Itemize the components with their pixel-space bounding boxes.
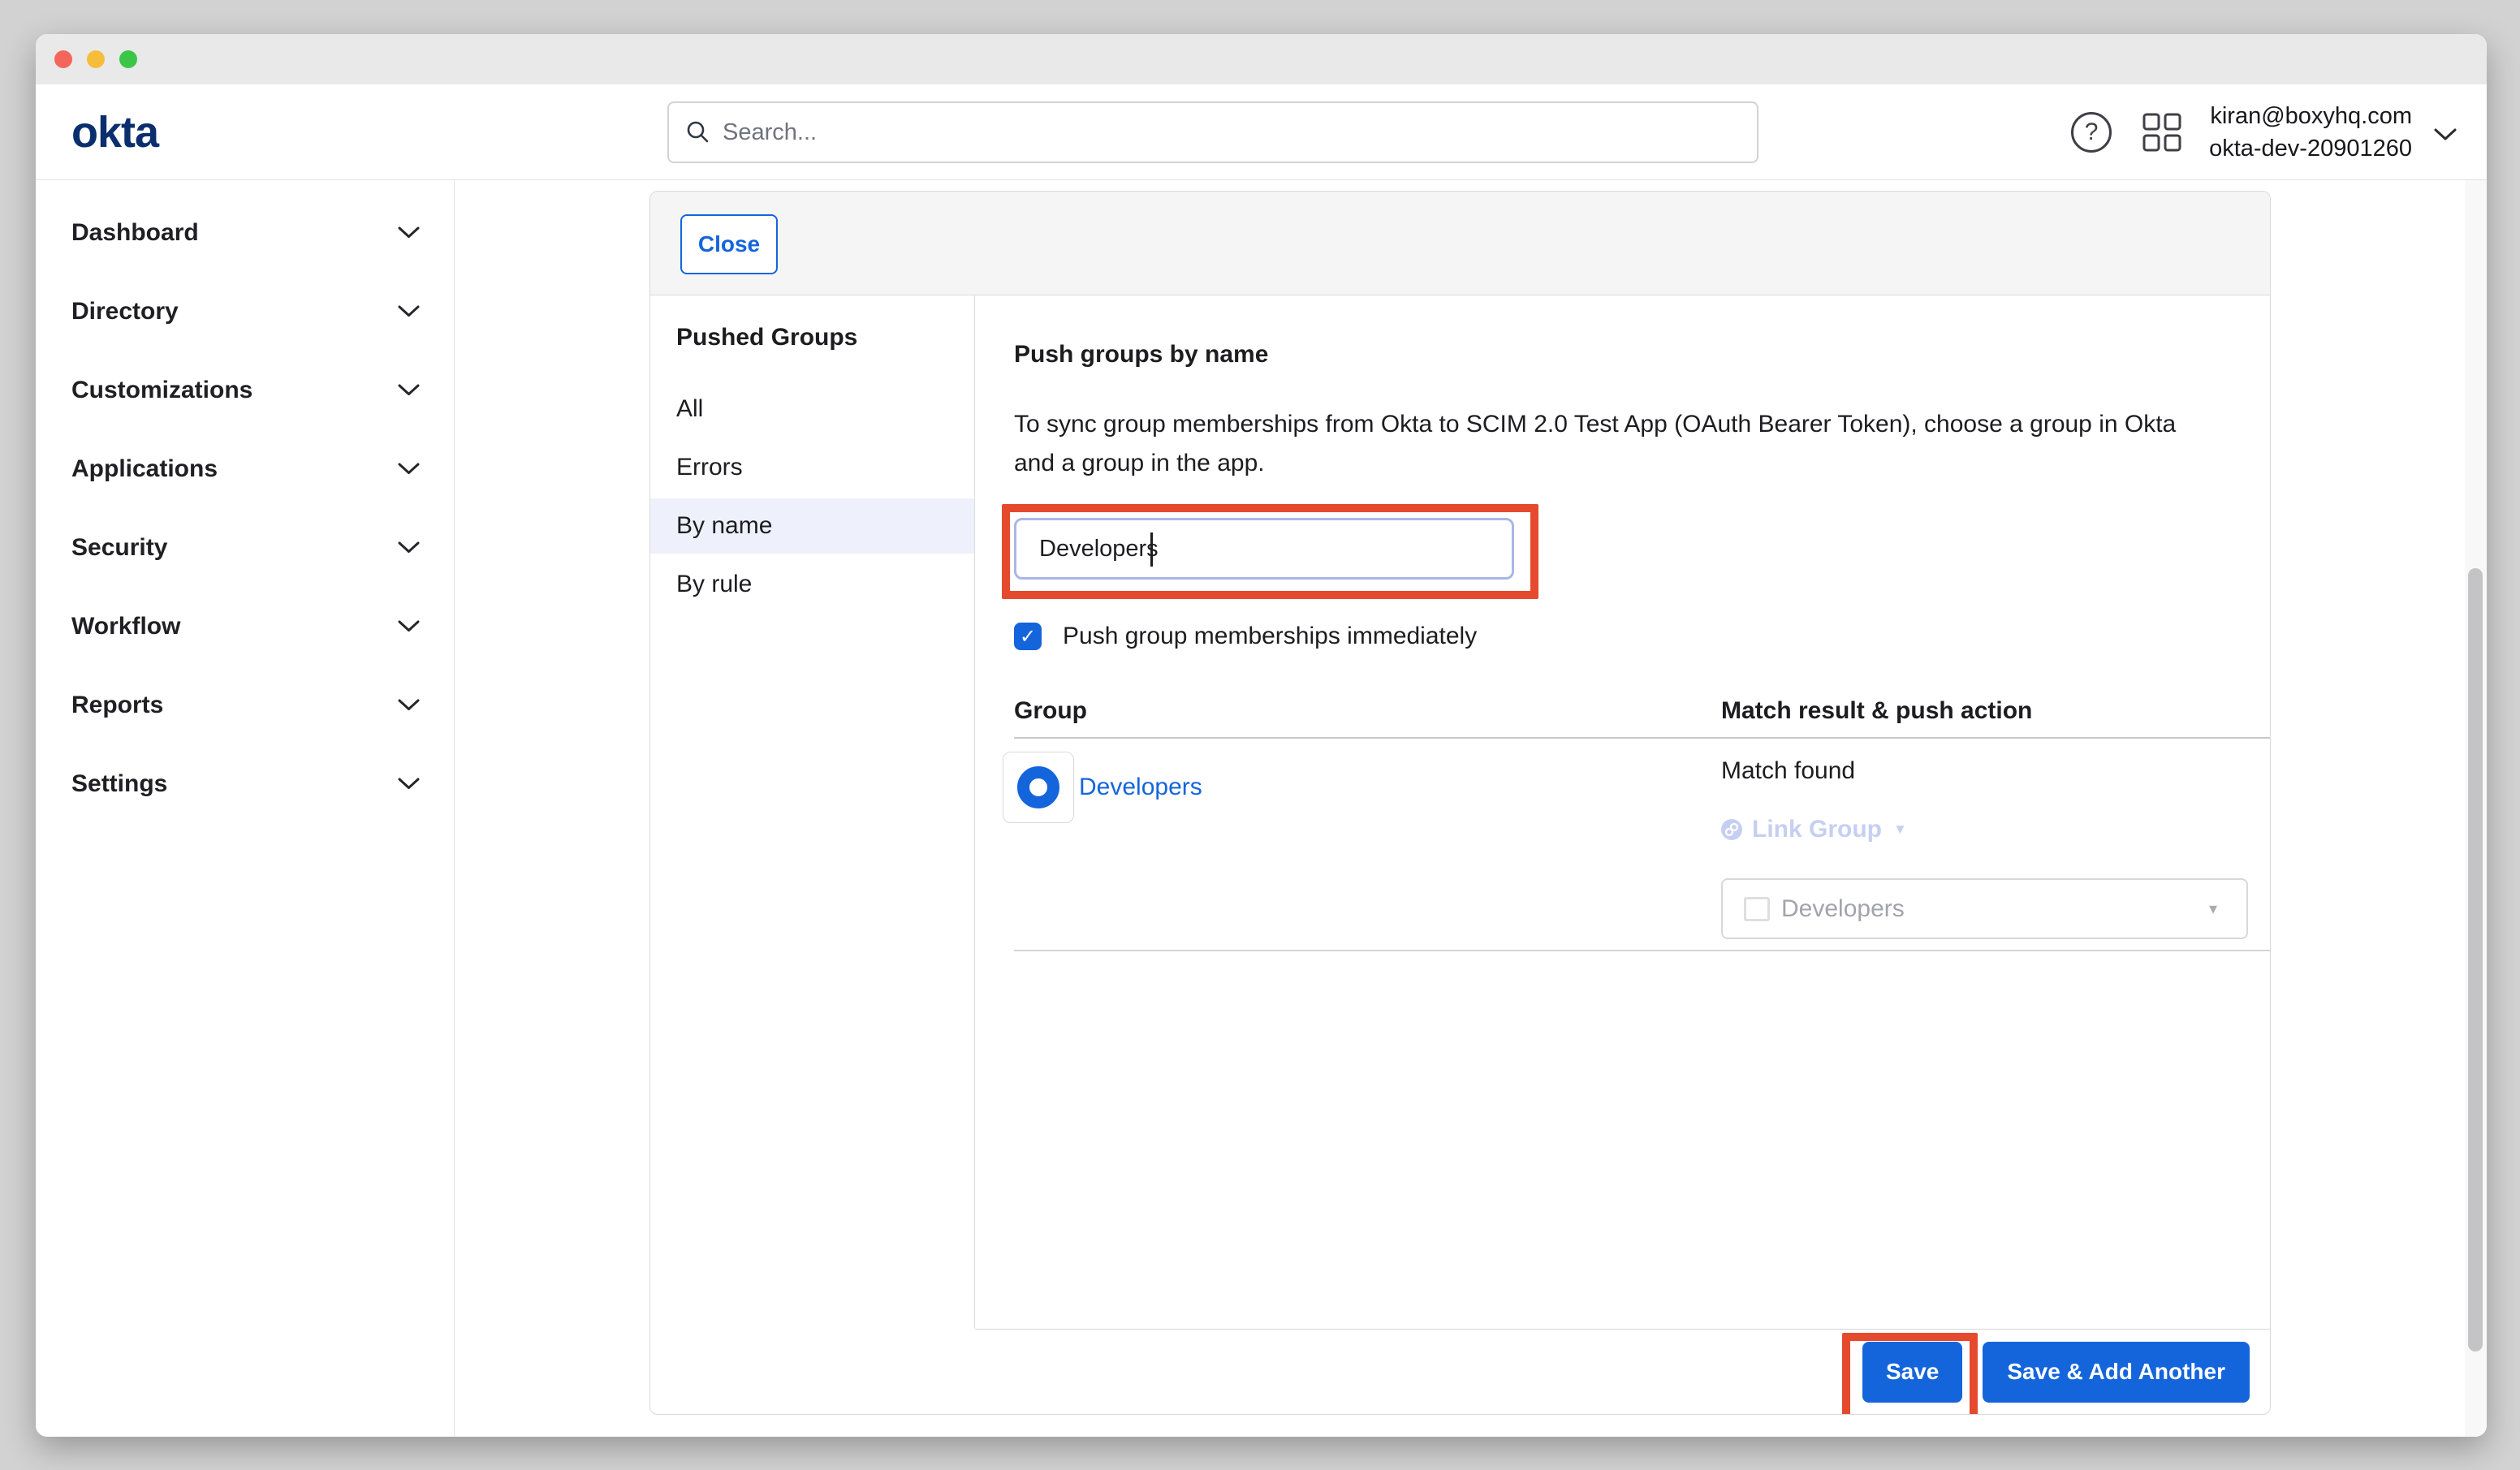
link-group-dropdown[interactable]: Link Group ▼: [1721, 815, 2270, 844]
target-group-value: Developers: [1781, 895, 1905, 923]
chevron-down-icon: [398, 463, 420, 476]
select-caret-icon: ▾: [2209, 899, 2217, 919]
subnav-item[interactable]: By rule: [650, 557, 974, 612]
main-area: Dashboard Directory Customizations: [36, 180, 2487, 1437]
content-heading: Push groups by name: [1014, 340, 2270, 369]
sidebar-item[interactable]: Customizations: [36, 351, 454, 429]
table-row: Developers Match found Link Group: [1014, 739, 2270, 951]
link-icon: [1721, 819, 1742, 840]
browser-window: okta ? kiran@boxyhq.com okta-dev-209012: [36, 34, 2487, 1437]
subnav-item[interactable]: By name: [650, 498, 974, 554]
sidebar-item-label: Dashboard: [71, 219, 199, 247]
search-input[interactable]: [723, 119, 1741, 146]
push-by-name-content: Push groups by name To sync group member…: [975, 295, 2270, 1329]
minimize-window-icon[interactable]: [87, 50, 105, 68]
sidebar-item-label: Customizations: [71, 377, 252, 404]
push-immediately-label: Push group memberships immediately: [1063, 623, 1477, 650]
table-header: Group Match result & push action: [1014, 693, 2270, 739]
maximize-window-icon[interactable]: [119, 50, 137, 68]
sidebar-item-label: Reports: [71, 692, 163, 719]
chevron-down-icon: [398, 541, 420, 554]
column-header-match: Match result & push action: [1702, 693, 2270, 737]
save-add-another-button[interactable]: Save & Add Another: [1983, 1342, 2250, 1403]
panel-footer: Save Save & Add Another: [650, 1329, 2270, 1414]
chevron-down-icon: [398, 384, 420, 397]
target-group-icon: [1744, 897, 1770, 921]
search-icon: [685, 119, 711, 145]
sidebar-item[interactable]: Security: [36, 508, 454, 587]
subnav-item-label: All: [676, 395, 703, 423]
sidebar-item[interactable]: Applications: [36, 429, 454, 508]
chevron-down-icon: [398, 699, 420, 712]
subnav-item[interactable]: All: [650, 382, 974, 437]
subnav-item-label: Errors: [676, 454, 743, 481]
scrollbar-thumb[interactable]: [2468, 568, 2483, 1351]
account-email: kiran@boxyhq.com: [2209, 100, 2412, 132]
sidebar-item-label: Directory: [71, 298, 179, 325]
account-menu[interactable]: kiran@boxyhq.com okta-dev-20901260: [2209, 100, 2412, 165]
scrollbar-track[interactable]: [2465, 180, 2487, 1437]
sidebar-item[interactable]: Settings: [36, 744, 454, 823]
sidebar-item[interactable]: Reports: [36, 666, 454, 744]
match-status: Match found: [1721, 757, 2270, 786]
subnav-item[interactable]: Errors: [650, 440, 974, 495]
save-button[interactable]: Save: [1862, 1342, 1962, 1403]
group-cell: Developers: [1014, 739, 1702, 950]
push-immediately-row: ✓ Push group memberships immediately: [1014, 619, 2270, 654]
chevron-down-icon: [398, 778, 420, 791]
push-immediately-checkbox[interactable]: ✓: [1014, 623, 1042, 650]
group-search-input[interactable]: [1014, 518, 1514, 580]
subnav-item-label: By name: [676, 512, 772, 540]
group-name-link[interactable]: Developers: [1079, 752, 1202, 823]
group-icon: [1017, 766, 1059, 808]
sidebar-item[interactable]: Workflow: [36, 587, 454, 666]
text-cursor: [1150, 532, 1153, 567]
annotation-box-group-input: [1002, 504, 1538, 599]
content-description: To sync group memberships from Okta to S…: [1014, 405, 2207, 483]
pushed-groups-subnav: Pushed Groups All Errors: [650, 295, 975, 1329]
sidebar-item-label: Applications: [71, 455, 218, 483]
column-header-group: Group: [1014, 693, 1702, 737]
window-titlebar: [36, 34, 2487, 84]
sidebar-item[interactable]: Directory: [36, 272, 454, 351]
sidebar-item[interactable]: Dashboard: [36, 193, 454, 272]
chevron-down-icon: [398, 620, 420, 633]
global-search[interactable]: [667, 101, 1758, 163]
sidebar-item-label: Workflow: [71, 613, 180, 640]
chevron-down-icon: [398, 305, 420, 318]
subnav-title: Pushed Groups: [650, 323, 974, 352]
okta-logo: okta: [71, 107, 158, 157]
sidebar-nav: Dashboard Directory Customizations: [36, 180, 455, 1437]
panel-header: Close: [650, 192, 2270, 295]
sidebar-item-label: Settings: [71, 770, 167, 798]
sidebar-item-label: Security: [71, 534, 167, 562]
match-cell: Match found Link Group ▼: [1702, 739, 2270, 950]
pushed-groups-panel: Close Pushed Groups All Errors: [649, 191, 2271, 1415]
target-group-select[interactable]: Developers ▾: [1721, 878, 2248, 939]
link-group-label: Link Group: [1752, 816, 1882, 843]
account-org: okta-dev-20901260: [2209, 132, 2412, 165]
close-button[interactable]: Close: [680, 214, 778, 274]
apps-grid-icon[interactable]: [2142, 113, 2181, 152]
account-chevron-down-icon[interactable]: [2433, 127, 2457, 142]
help-icon[interactable]: ?: [2071, 112, 2112, 153]
app-header: okta ? kiran@boxyhq.com okta-dev-209012: [36, 84, 2487, 180]
chevron-down-icon: [398, 226, 420, 239]
subnav-item-label: By rule: [676, 571, 752, 598]
link-group-caret-icon: ▼: [1893, 821, 1907, 838]
close-window-icon[interactable]: [54, 50, 72, 68]
group-icon-card: [1003, 752, 1074, 823]
